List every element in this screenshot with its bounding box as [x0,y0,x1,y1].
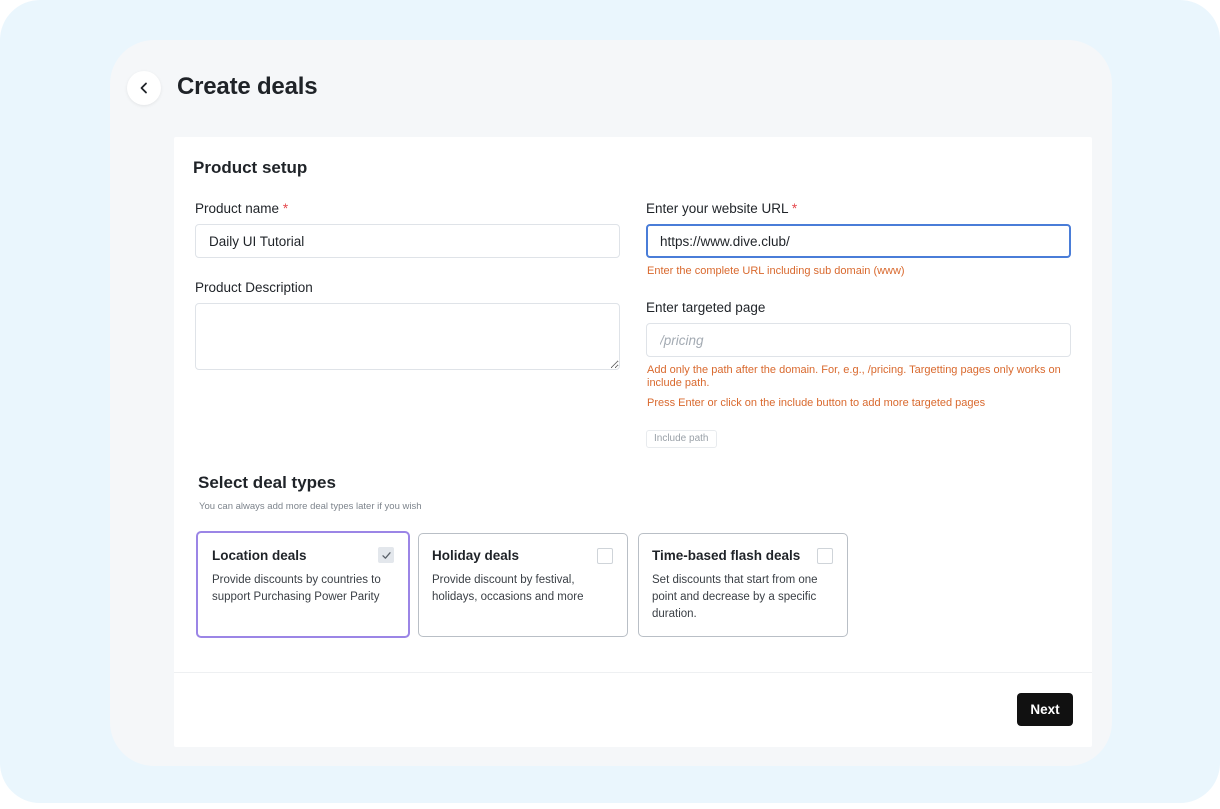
product-name-label-text: Product name [195,201,280,216]
deal-card-holiday[interactable]: Holiday deals Provide discount by festiv… [418,533,628,637]
product-name-label: Product name * [195,201,288,216]
website-url-label: Enter your website URL * [646,201,797,216]
section-title: Product setup [193,158,308,177]
targeted-page-help-enter: Press Enter or click on the include butt… [647,397,986,409]
product-setup-card: Product setup Product name * Product Des… [174,137,1092,747]
include-path-button[interactable]: Include path [646,430,717,448]
required-mark: * [791,201,798,216]
footer-divider [174,672,1092,673]
deal-checkbox[interactable] [378,547,394,563]
deal-card-description: Set discounts that start from one point … [652,574,818,620]
deal-card-location[interactable]: Location deals Provide discounts by coun… [196,531,410,638]
website-url-label-text: Enter your website URL [646,201,789,216]
website-url-help: Enter the complete URL including sub dom… [647,265,905,277]
product-name-input[interactable] [195,224,620,258]
targeted-page-label: Enter targeted page [646,300,766,315]
next-button[interactable]: Next [1017,693,1073,726]
back-button[interactable] [127,71,161,105]
app-window: Create deals Product setup Product name … [110,40,1112,766]
deal-card-time-based[interactable]: Time-based flash deals Set discounts tha… [638,533,848,637]
checkmark-icon [382,552,391,559]
page-title: Create deals [177,73,318,100]
targeted-page-help: Add only the path after the domain. For,… [647,364,1061,389]
targeted-page-input[interactable] [646,323,1071,357]
deal-card-title: Time-based flash deals [652,548,801,563]
required-mark: * [282,201,289,216]
website-url-input[interactable] [646,224,1071,258]
deal-checkbox[interactable] [817,548,833,564]
product-description-label: Product Description [195,280,313,295]
deal-card-title: Holiday deals [432,548,520,563]
product-description-textarea[interactable] [195,303,620,370]
chevron-left-icon [140,82,147,94]
deal-checkbox[interactable] [597,548,613,564]
deal-card-title: Location deals [212,548,307,563]
deal-types-subtitle: You can always add more deal types later… [199,501,422,512]
deal-card-description: Provide discounts by countries to suppor… [212,574,381,603]
deal-card-description: Provide discount by festival, holidays, … [432,574,584,603]
deal-types-title: Select deal types [198,473,336,492]
